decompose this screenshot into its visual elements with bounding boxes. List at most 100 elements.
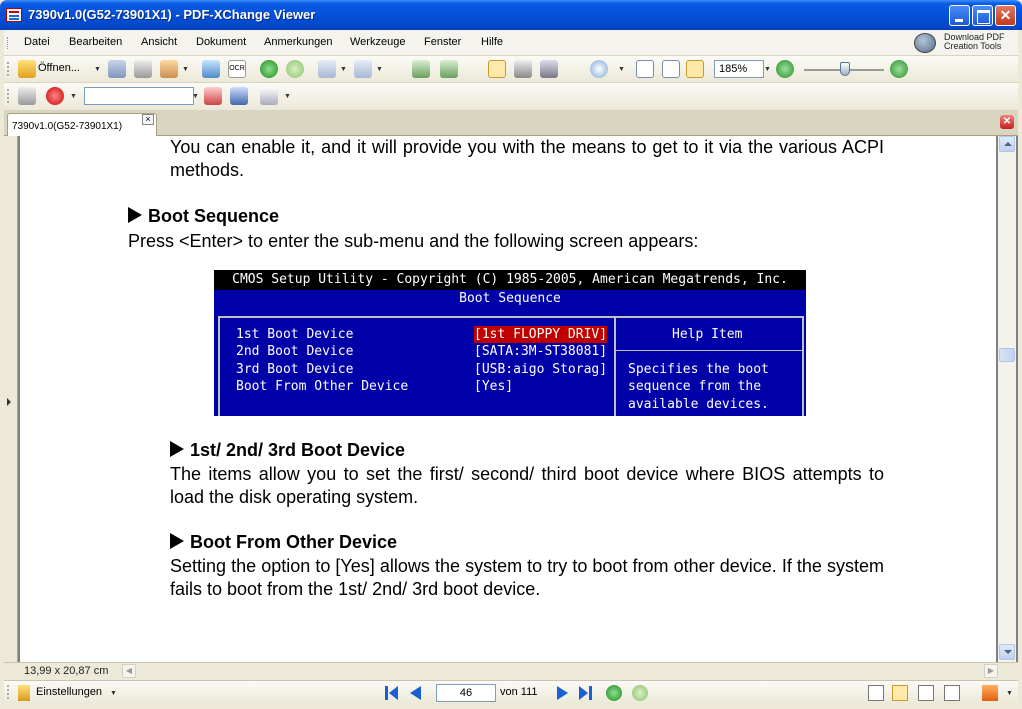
- open-folder-icon[interactable]: [18, 60, 36, 78]
- menu-fenster[interactable]: Fenster: [424, 36, 461, 48]
- previous-page-icon[interactable]: [408, 685, 424, 701]
- bios-row-value: [SATA:3M-ST38081]: [474, 344, 608, 359]
- find-dropdown-caret[interactable]: ▼: [192, 93, 199, 100]
- flag-icon[interactable]: [18, 685, 30, 701]
- bullet-icon: [170, 441, 184, 457]
- navigation-bar: Einstellungen ▼ 46 von 111 ▼: [4, 680, 1018, 704]
- layout-options-icon[interactable]: [982, 685, 998, 701]
- secondary-toolbar: ▼ ▼ ▼: [4, 83, 1018, 111]
- continuous-facing-view-icon[interactable]: [944, 685, 960, 701]
- menu-anmerkungen[interactable]: Anmerkungen: [264, 36, 333, 48]
- highlight-dropdown-caret[interactable]: ▼: [284, 93, 291, 100]
- menu-datei[interactable]: Datei: [24, 36, 50, 48]
- download-creation-tools-button[interactable]: Download PDF Creation Tools: [914, 31, 1012, 55]
- close-document-icon[interactable]: ✕: [1000, 115, 1014, 129]
- fit-width-icon[interactable]: [686, 60, 704, 78]
- previous-view-icon[interactable]: [606, 685, 622, 701]
- settings-dropdown-caret[interactable]: ▼: [110, 690, 117, 697]
- zoom-level-input[interactable]: 185%: [714, 60, 764, 78]
- export-icon[interactable]: [160, 60, 178, 78]
- fit-page-icon[interactable]: [662, 60, 680, 78]
- navbar-grip[interactable]: [7, 685, 10, 699]
- document-area: You can enable it, and it will provide y…: [4, 136, 1018, 662]
- snapshot-icon[interactable]: [514, 60, 532, 78]
- single-page-view-icon[interactable]: [868, 685, 884, 701]
- zoom-slider-thumb[interactable]: [840, 62, 850, 76]
- zoom-out-icon[interactable]: [776, 60, 794, 78]
- paragraph-press-enter: Press <Enter> to enter the sub-menu and …: [128, 231, 699, 251]
- vertical-scrollbar[interactable]: [998, 136, 1016, 662]
- export-dropdown-caret[interactable]: ▼: [182, 66, 189, 73]
- rotate-left-icon[interactable]: [412, 60, 430, 78]
- zoom-tool-dropdown-caret[interactable]: ▼: [618, 66, 625, 73]
- expand-panel-icon[interactable]: [7, 398, 11, 406]
- view-options-icon[interactable]: [18, 87, 36, 105]
- app-icon[interactable]: [6, 8, 22, 22]
- close-button[interactable]: ✕: [995, 5, 1016, 26]
- minimize-button[interactable]: [949, 5, 970, 26]
- toolbar2-grip[interactable]: [7, 89, 10, 103]
- bios-help-line: available devices.: [628, 397, 769, 412]
- scrollbar-thumb[interactable]: [999, 348, 1015, 362]
- forward-icon[interactable]: [286, 60, 304, 78]
- scroll-up-button[interactable]: [999, 136, 1015, 152]
- redo-dropdown-caret[interactable]: ▼: [376, 66, 383, 73]
- zoom-dropdown-caret[interactable]: ▼: [764, 66, 771, 73]
- open-dropdown-caret[interactable]: ▼: [94, 66, 101, 73]
- select-text-icon[interactable]: [540, 60, 558, 78]
- download-label-line2: Creation Tools: [944, 41, 1002, 51]
- undo-icon[interactable]: [318, 60, 336, 78]
- menu-dokument[interactable]: Dokument: [196, 36, 246, 48]
- heading-boot-other: Boot From Other Device: [170, 532, 397, 553]
- total-pages-label: von 111: [500, 686, 538, 698]
- acrobat-icon[interactable]: [46, 87, 64, 105]
- menu-werkzeuge[interactable]: Werkzeuge: [350, 36, 405, 48]
- acrobat-dropdown-caret[interactable]: ▼: [70, 93, 77, 100]
- zoom-in-tool-icon[interactable]: [590, 60, 608, 78]
- ocr-icon[interactable]: OCR: [228, 60, 246, 78]
- print-icon[interactable]: [134, 60, 152, 78]
- main-toolbar: Öffnen... ▼ ▼ OCR ▼ ▼ ▼ 185% ▼: [4, 56, 1018, 83]
- redo-icon[interactable]: [354, 60, 372, 78]
- find-input[interactable]: [84, 87, 194, 105]
- heading-boot-sequence: Boot Sequence: [128, 206, 279, 227]
- maximize-button[interactable]: [972, 5, 993, 26]
- tab-close-icon[interactable]: ×: [142, 114, 154, 125]
- side-panel-toggle[interactable]: [4, 136, 18, 662]
- scroll-down-button[interactable]: [999, 644, 1015, 660]
- tab-document[interactable]: 7390v1.0(G52-73901X1) ×: [7, 113, 157, 136]
- bullet-icon: [128, 207, 142, 223]
- highlight-icon[interactable]: [260, 87, 278, 105]
- save-icon[interactable]: [108, 60, 126, 78]
- menubar-grip[interactable]: [7, 37, 10, 49]
- find-next-icon[interactable]: [230, 87, 248, 105]
- bullet-icon: [170, 533, 184, 549]
- find-previous-icon[interactable]: [204, 87, 222, 105]
- menu-bearbeiten[interactable]: Bearbeiten: [69, 36, 122, 48]
- scroll-left-button[interactable]: ◀: [122, 664, 136, 678]
- menu-ansicht[interactable]: Ansicht: [141, 36, 177, 48]
- undo-dropdown-caret[interactable]: ▼: [340, 66, 347, 73]
- last-page-icon[interactable]: [578, 685, 594, 701]
- open-button-label[interactable]: Öffnen...: [38, 62, 80, 74]
- hand-tool-icon[interactable]: [488, 60, 506, 78]
- first-page-icon[interactable]: [384, 685, 400, 701]
- scroll-right-button[interactable]: ▶: [984, 664, 998, 678]
- title-bar[interactable]: 7390v1.0(G52-73901X1) - PDF-XChange View…: [0, 0, 1022, 30]
- menu-hilfe[interactable]: Hilfe: [481, 36, 503, 48]
- scan-icon[interactable]: [202, 60, 220, 78]
- rotate-right-icon[interactable]: [440, 60, 458, 78]
- next-view-icon[interactable]: [632, 685, 648, 701]
- settings-label[interactable]: Einstellungen: [36, 686, 102, 698]
- zoom-in-icon[interactable]: [890, 60, 908, 78]
- page-number-input[interactable]: 46: [436, 684, 496, 702]
- pdf-page[interactable]: You can enable it, and it will provide y…: [20, 136, 996, 662]
- layout-dropdown-caret[interactable]: ▼: [1006, 690, 1013, 697]
- paragraph-boot-devices: The items allow you to set the first/ se…: [170, 464, 884, 507]
- facing-view-icon[interactable]: [918, 685, 934, 701]
- next-page-icon[interactable]: [554, 685, 570, 701]
- back-icon[interactable]: [260, 60, 278, 78]
- actual-size-icon[interactable]: [636, 60, 654, 78]
- continuous-view-icon[interactable]: [892, 685, 908, 701]
- toolbar-grip[interactable]: [7, 62, 10, 76]
